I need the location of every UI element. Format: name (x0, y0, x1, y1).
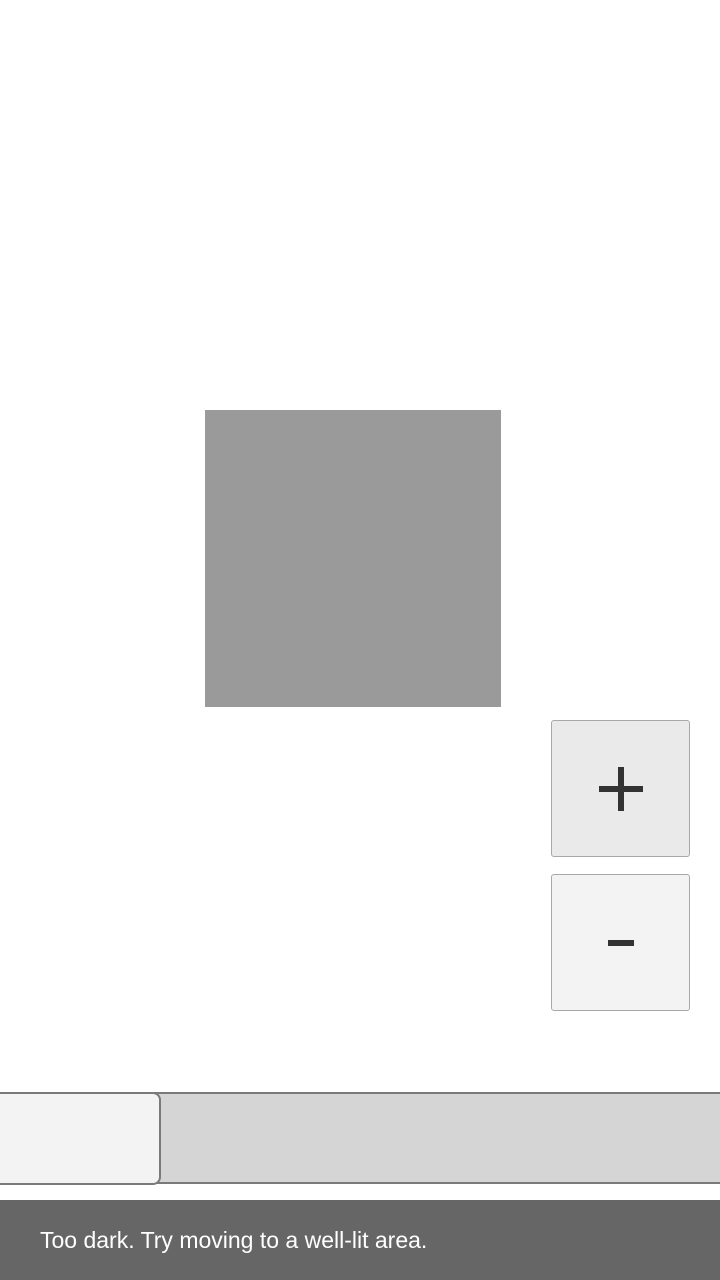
toast-text: Too dark. Try moving to a well-lit area. (40, 1226, 428, 1253)
zoom-in-button[interactable] (551, 720, 690, 857)
camera-screen: Too dark. Try moving to a well-lit area. (0, 0, 720, 1280)
plus-icon (598, 766, 643, 811)
zoom-slider-thumb[interactable] (0, 1092, 161, 1185)
minus-icon (607, 939, 634, 946)
camera-preview-frame (205, 410, 501, 707)
zoom-out-button[interactable] (551, 874, 690, 1011)
toast-message: Too dark. Try moving to a well-lit area. (0, 1200, 720, 1280)
